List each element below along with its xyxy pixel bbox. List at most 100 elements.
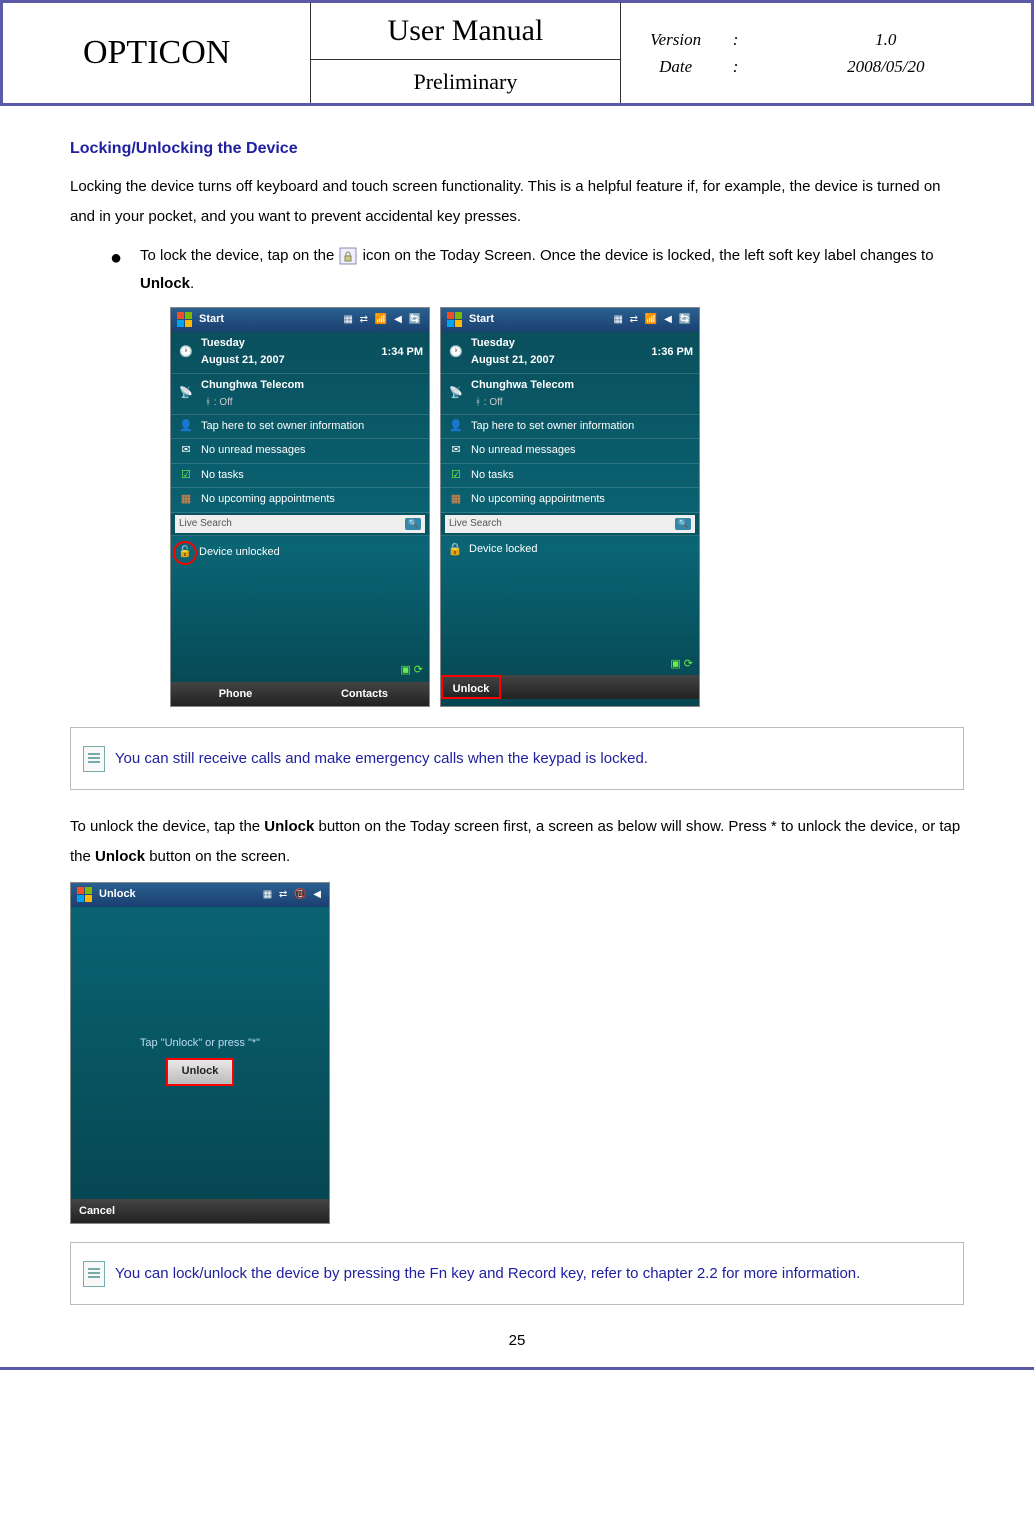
time-text: 1:34 PM <box>381 344 423 362</box>
tray-icon-1[interactable]: ▣ <box>670 658 680 670</box>
tray-icon-2[interactable]: ⟳ <box>684 658 693 670</box>
section-title: Locking/Unlocking the Device <box>70 136 964 162</box>
date-label: Date <box>631 53 721 80</box>
note-icon <box>83 1261 105 1287</box>
clock-icon: 🕐 <box>447 344 465 360</box>
owner-row[interactable]: 👤Tap here to set owner information <box>171 415 429 440</box>
search-placeholder: Live Search <box>449 516 502 532</box>
bottom-rule <box>0 1367 1034 1370</box>
lock-highlight-circle: 🔓 <box>173 541 197 565</box>
tray-row: ▣ ⟳ <box>441 654 699 676</box>
appts-row[interactable]: ▦No upcoming appointments <box>171 488 429 513</box>
search-placeholder: Live Search <box>179 516 232 532</box>
tray-icon-1[interactable]: ▣ <box>400 664 410 676</box>
bullet-text-a: To lock the device, tap on the <box>140 247 338 264</box>
screenshots-row: Start ▦ ⇄ 📶 ◀ 🔄 🕐 Tuesday August 21, 200… <box>170 307 964 707</box>
windows-flag-icon[interactable] <box>77 887 93 903</box>
contacts-softkey[interactable]: Contacts <box>300 682 429 706</box>
meta-cell: Version : 1.0 Date : 2008/05/20 <box>620 2 1032 105</box>
page-number: 25 <box>70 1329 964 1353</box>
owner-icon: 👤 <box>447 418 465 434</box>
bottombar: Cancel <box>71 1199 329 1223</box>
carrier-row[interactable]: 📡 Chunghwa Telecom ᚼ : Off <box>171 374 429 415</box>
status-icons: ▦ ⇄ 📶 ◀ 🔄 <box>343 312 423 328</box>
topbar: Unlock ▦ ⇄ 📵 ◀ <box>71 883 329 907</box>
header-table: OPTICON User Manual Version : 1.0 Date :… <box>0 0 1034 106</box>
today-screen-locked: Start ▦ ⇄ 📶 ◀ 🔄 🕐 Tuesday August 21, 200… <box>440 307 700 707</box>
lock-status-row[interactable]: 🔓 Device unlocked <box>171 536 429 570</box>
network-icon: 📡 <box>447 386 465 402</box>
status-icons: ▦ ⇄ 📵 ◀ <box>263 887 323 903</box>
phone-softkey[interactable]: Phone <box>171 682 300 706</box>
note-box-2: You can lock/unlock the device by pressi… <box>70 1242 964 1305</box>
p2-bold2: Unlock <box>95 848 145 865</box>
unlock-hint: Tap "Unlock" or press "*" <box>71 1035 329 1053</box>
note-box-1: You can still receive calls and make eme… <box>70 727 964 790</box>
carrier-row[interactable]: 📡 Chunghwa Telecom ᚼ : Off <box>441 374 699 415</box>
tasks-row[interactable]: ☑No tasks <box>171 464 429 489</box>
bullet-dot: ● <box>110 242 140 299</box>
messages-row[interactable]: ✉No unread messages <box>441 439 699 464</box>
note-text-2: You can lock/unlock the device by pressi… <box>115 1265 860 1282</box>
tray-icon-2[interactable]: ⟳ <box>414 664 423 676</box>
messages-row[interactable]: ✉No unread messages <box>171 439 429 464</box>
p2-bold1: Unlock <box>264 818 314 835</box>
note-text-1: You can still receive calls and make eme… <box>115 750 648 767</box>
brand-cell: OPTICON <box>2 2 311 105</box>
mail-icon: ✉ <box>447 443 465 459</box>
status-icons: ▦ ⇄ 📶 ◀ 🔄 <box>613 312 693 328</box>
bt-status: : Off <box>214 397 233 408</box>
unlock-icon: 🔓 <box>178 544 192 562</box>
topbar: Start ▦ ⇄ 📶 ◀ 🔄 <box>171 308 429 332</box>
time-text: 1:36 PM <box>651 344 693 362</box>
tasks-row[interactable]: ☑No tasks <box>441 464 699 489</box>
windows-flag-icon[interactable] <box>447 312 463 328</box>
p2-a: To unlock the device, tap the <box>70 818 264 835</box>
unlock-softkey[interactable]: Unlock <box>441 675 501 699</box>
bullet-1: ● To lock the device, tap on the icon on… <box>110 242 964 299</box>
cancel-softkey[interactable]: Cancel <box>71 1199 141 1223</box>
bottombar: Unlock <box>441 675 699 699</box>
topbar: Start ▦ ⇄ 📶 ◀ 🔄 <box>441 308 699 332</box>
search-row[interactable]: Live Search 🔍 <box>441 513 699 536</box>
bluetooth-icon: ᚼ <box>205 397 211 408</box>
version-value: 1.0 <box>751 26 1021 53</box>
network-icon: 📡 <box>177 386 195 402</box>
paragraph-2: To unlock the device, tap the Unlock but… <box>70 812 964 872</box>
paragraph-1: Locking the device turns off keyboard an… <box>70 172 964 232</box>
bt-status: : Off <box>484 397 503 408</box>
search-row[interactable]: Live Search 🔍 <box>171 513 429 536</box>
unlock-button[interactable]: Unlock <box>166 1058 235 1086</box>
date-text: August 21, 2007 <box>201 352 381 370</box>
day-text: Tuesday <box>471 335 651 353</box>
subtitle-cell: Preliminary <box>311 60 620 105</box>
unlock-title: Unlock <box>99 886 263 904</box>
lock-icon: 🔒 <box>447 542 463 558</box>
start-label[interactable]: Start <box>199 311 343 329</box>
bullet-bold: Unlock <box>140 275 190 292</box>
date-value: 2008/05/20 <box>751 53 1021 80</box>
tray-row: ▣ ⟳ <box>171 660 429 682</box>
date-row[interactable]: 🕐 Tuesday August 21, 2007 1:36 PM <box>441 332 699 374</box>
appts-row[interactable]: ▦No upcoming appointments <box>441 488 699 513</box>
search-icon[interactable]: 🔍 <box>675 518 691 531</box>
clock-icon: 🕐 <box>177 344 195 360</box>
search-icon[interactable]: 🔍 <box>405 518 421 531</box>
title-cell: User Manual <box>311 2 620 60</box>
date-row[interactable]: 🕐 Tuesday August 21, 2007 1:34 PM <box>171 332 429 374</box>
carrier-text: Chunghwa Telecom <box>471 377 693 395</box>
owner-row[interactable]: 👤Tap here to set owner information <box>441 415 699 440</box>
start-label[interactable]: Start <box>469 311 613 329</box>
right-softkey <box>501 675 699 699</box>
lock-status-row[interactable]: 🔒 Device locked <box>441 536 699 564</box>
date-text: August 21, 2007 <box>471 352 651 370</box>
windows-flag-icon[interactable] <box>177 312 193 328</box>
bullet-text-b: icon on the Today Screen. Once the devic… <box>363 247 934 264</box>
calendar-icon: ▦ <box>447 492 465 508</box>
carrier-text: Chunghwa Telecom <box>201 377 423 395</box>
lock-icon <box>338 246 358 266</box>
bullet-end: . <box>190 275 194 292</box>
note-icon <box>83 746 105 772</box>
calendar-icon: ▦ <box>177 492 195 508</box>
task-icon: ☑ <box>177 468 195 484</box>
